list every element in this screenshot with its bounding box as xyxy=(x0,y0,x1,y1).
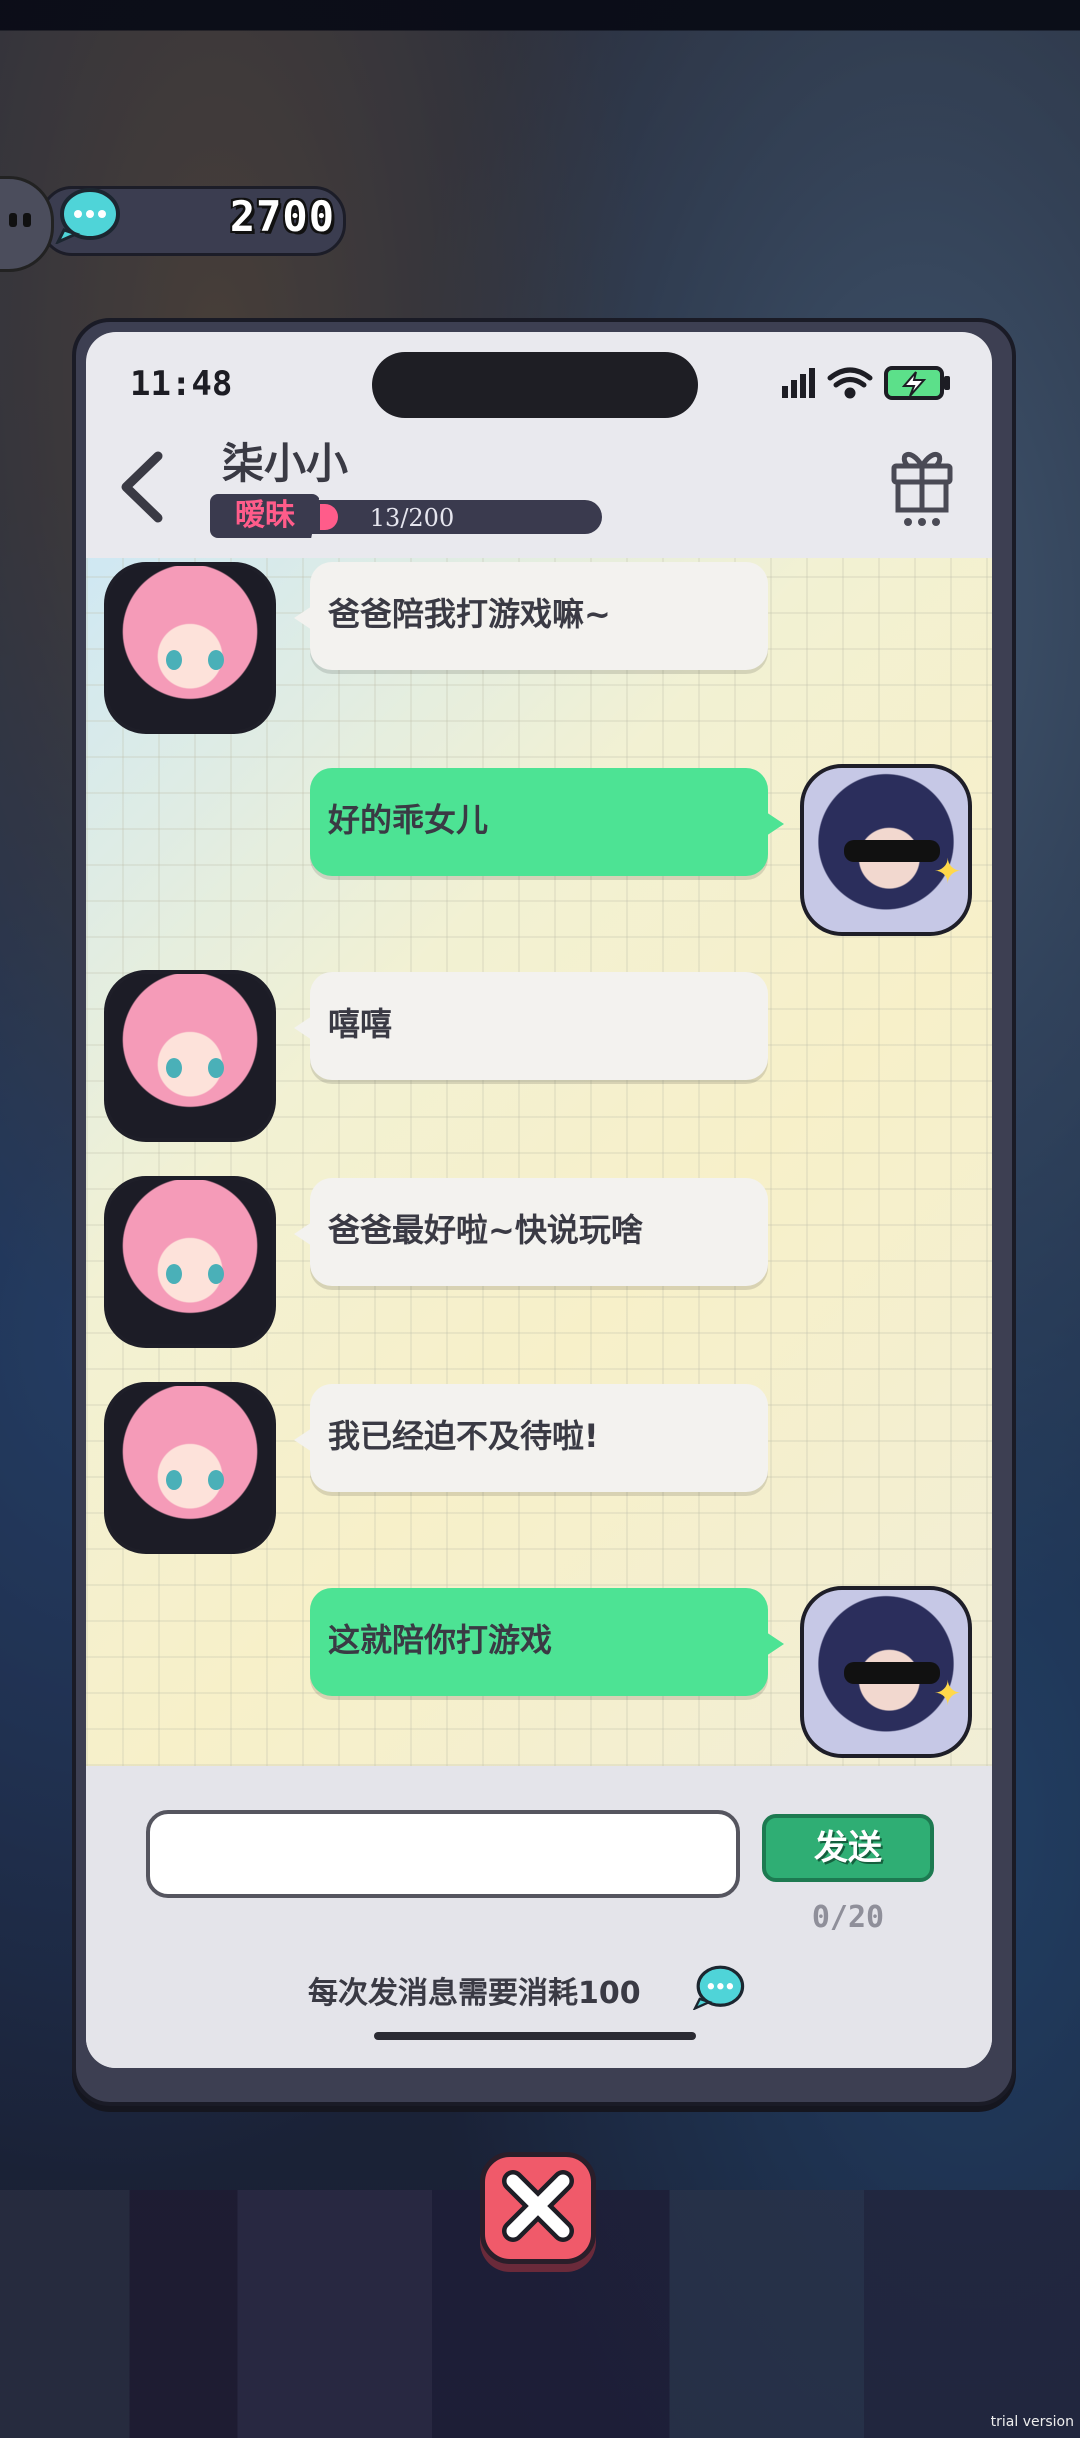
girl-avatar[interactable] xyxy=(104,970,276,1142)
battery-icon xyxy=(884,366,950,400)
message-incoming: 我已经迫不及待啦! xyxy=(294,1384,768,1492)
chat-area[interactable]: 爸爸陪我打游戏嘛~ 好的乖女儿 ✦ 嘻嘻 爸爸最好啦~快说玩啥 我已经迫不及待啦… xyxy=(86,558,992,1766)
message-incoming: 爸爸最好啦~快说玩啥 xyxy=(294,1178,768,1286)
signal-icon xyxy=(782,368,815,398)
gift-icon[interactable] xyxy=(886,442,958,530)
status-icons xyxy=(782,366,950,400)
close-button[interactable] xyxy=(480,2152,596,2264)
message-input[interactable] xyxy=(146,1810,740,1898)
currency-value: 2700 xyxy=(229,192,335,241)
chat-coin-icon xyxy=(55,188,120,244)
girl-avatar[interactable] xyxy=(104,562,276,734)
back-arrow-icon[interactable] xyxy=(108,442,178,532)
girl-avatar[interactable] xyxy=(104,1382,276,1554)
girl-avatar[interactable] xyxy=(104,1176,276,1348)
player-avatar[interactable]: ✦ xyxy=(800,1586,972,1758)
status-time: 11:48 xyxy=(130,364,233,404)
wifi-icon xyxy=(827,367,873,399)
contact-name: 柒小小 xyxy=(222,439,349,488)
intimacy-progress: 13/200 xyxy=(369,504,455,532)
dynamic-island xyxy=(372,352,698,418)
message-outgoing: 好的乖女儿 xyxy=(310,768,784,876)
close-icon xyxy=(502,2170,574,2242)
message-outgoing: 这就陪你打游戏 xyxy=(310,1588,784,1696)
char-counter: 0/20 xyxy=(811,1900,885,1935)
message-incoming: 嘻嘻 xyxy=(294,972,768,1080)
player-avatar[interactable]: ✦ xyxy=(800,764,972,936)
phone-screen: 11:48 柒小小 暧昧 13/200 爸爸陪我打游戏嘛~ 好的乖女儿 ✦ 嘻嘻… xyxy=(86,332,992,2068)
intimacy-tag: 暧昧 xyxy=(210,494,320,538)
send-button[interactable]: 发送 xyxy=(762,1814,934,1882)
home-indicator[interactable] xyxy=(374,2032,696,2040)
cost-note: 每次发消息需要消耗100 xyxy=(308,1976,641,2011)
message-incoming: 爸爸陪我打游戏嘛~ xyxy=(294,562,768,670)
chat-coin-icon xyxy=(692,1965,745,2010)
watermark: trial version xyxy=(990,2414,1074,2430)
intimacy-label: 暧昧 xyxy=(235,498,295,533)
